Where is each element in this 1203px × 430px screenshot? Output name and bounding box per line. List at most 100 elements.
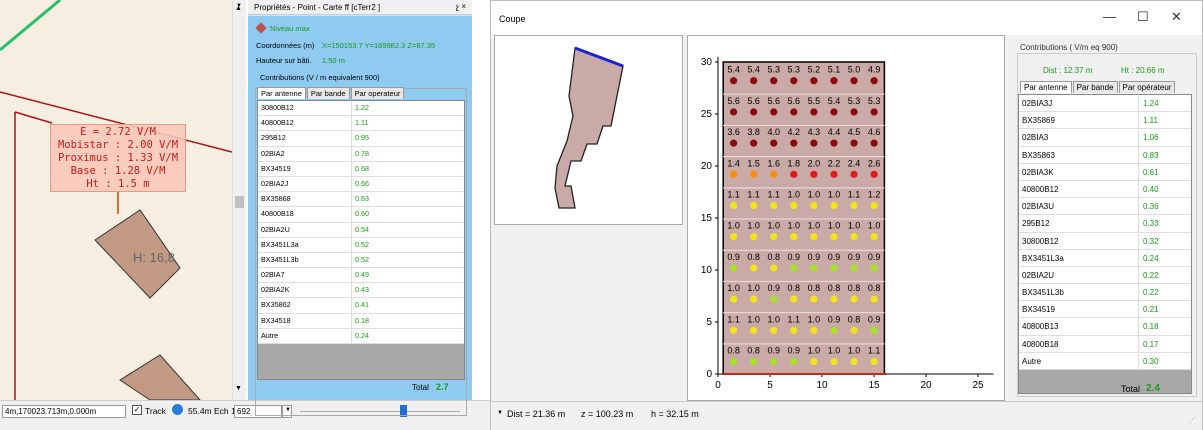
section-chart: 0 5 10 15 20 25051015202530 5.4 5.4 5.3 5.3 5.2 5.…	[701, 56, 994, 391]
map-view[interactable]: E = 2.72 V/M Mobistar : 2.00 V/M Proximu…	[0, 0, 232, 400]
point-value-label: 0.8	[747, 252, 760, 262]
table-row[interactable]: BX35862 0.41	[258, 298, 464, 314]
row-name: 40800B13	[1019, 318, 1139, 335]
globe-icon[interactable]	[172, 404, 183, 415]
measurement-point	[830, 233, 838, 241]
properties-title-bar: ▼ Propriétés - Point - Carte ff [cTerr2 …	[236, 0, 472, 15]
track-checkbox[interactable]: ✓	[132, 405, 142, 415]
tab-par-operateur[interactable]: Par opérateur	[1118, 81, 1176, 93]
table-row[interactable]: 02BIA3 1.06	[1019, 129, 1191, 147]
table-row[interactable]: 40800B18 0.17	[1019, 335, 1191, 353]
table-row[interactable]: BX35868 0.63	[258, 192, 464, 208]
table-row[interactable]: BX35869 1.11	[1019, 112, 1191, 130]
table-row[interactable]: BX3451L3a 0.24	[1019, 249, 1191, 267]
table-row[interactable]: 02BIA3J 1.24	[1019, 95, 1191, 113]
dropdown-arrow-icon[interactable]: ▼	[236, 3, 242, 9]
coupe-status-bar: ▼ Dist = 21.36 m z = 100.23 m h = 32.15 …	[491, 401, 1202, 430]
measurement-point	[870, 264, 878, 272]
tab-par-antenne[interactable]: Par antenne	[1020, 81, 1072, 93]
measurement-point	[810, 139, 818, 147]
close-icon[interactable]: ✕	[1171, 9, 1182, 25]
maximize-icon[interactable]: ☐	[1137, 9, 1149, 25]
x-tick-label: 5	[767, 380, 773, 391]
building-polygon-2[interactable]	[119, 354, 201, 400]
table-row[interactable]: 02BIA2J 0.66	[258, 176, 464, 193]
row-name: 02BIA2J	[258, 176, 352, 192]
table-row[interactable]: BX34519 0.21	[1019, 301, 1191, 319]
measurement-point	[870, 77, 878, 85]
point-value-label: 0.9	[848, 252, 861, 262]
table-row[interactable]: Autre 0.24	[258, 328, 464, 344]
point-value-label: 0.9	[828, 314, 841, 324]
point-value-label: 5.4	[727, 65, 740, 75]
point-value-label: 5.2	[808, 65, 821, 75]
table-row[interactable]: 40800B12 1.11	[258, 116, 464, 132]
scroll-thumb[interactable]	[235, 196, 244, 208]
table-row[interactable]: 295B12 0.95	[258, 131, 464, 147]
measurement-point	[730, 264, 738, 272]
table-row[interactable]: 40800B12 0.40	[1019, 180, 1191, 199]
row-name: 40800B12	[258, 116, 352, 131]
scroll-down-icon[interactable]: ▼	[235, 385, 242, 392]
point-value-label: 1.0	[788, 190, 801, 200]
plan-view[interactable]	[494, 35, 683, 225]
measurement-point	[850, 77, 858, 85]
table-row[interactable]: 30800B12 0.32	[1019, 232, 1191, 250]
building-footprint	[554, 47, 624, 209]
total-value: 2.7	[436, 382, 449, 392]
section-view[interactable]: 0 5 10 15 20 25 0 5 10 15 20 25 30 5.4 5.4 5.3 5.3 5.2 5.…	[687, 35, 1005, 401]
point-value-label: 0.9	[788, 346, 801, 356]
point-value-label: 0.8	[848, 283, 861, 293]
map-vertical-scrollbar[interactable]: ▲ ▼	[232, 0, 246, 400]
table-row[interactable]: 02BIA2U 0.54	[258, 222, 464, 238]
measurement-point	[790, 139, 798, 147]
y-tick-label: 10	[701, 265, 713, 276]
table-row[interactable]: BX3451L3b 0.52	[258, 252, 464, 269]
row-name: 30800B12	[1019, 232, 1139, 249]
tab-par-antenne[interactable]: Par antenne	[257, 87, 306, 99]
measurement-point	[870, 139, 878, 147]
resize-grip-icon[interactable]: ⋰	[1189, 416, 1196, 424]
minimize-icon[interactable]: —	[1103, 9, 1116, 24]
row-name: BX3451L3a	[258, 237, 352, 252]
status-dropdown-icon[interactable]: ▼	[497, 410, 503, 416]
tab-par-bande[interactable]: Par bande	[306, 87, 350, 99]
row-value: 0.33	[1143, 219, 1159, 229]
table-row[interactable]: 40800B18 0.60	[258, 207, 464, 223]
table-row[interactable]: 30800B12 1.22	[258, 101, 464, 117]
table-row[interactable]: 02BIA3K 0.61	[1019, 163, 1191, 181]
row-value: 0.22	[1143, 288, 1159, 298]
point-value-label: 5.6	[727, 96, 740, 106]
table-row[interactable]: 02BIA2K 0.43	[258, 283, 464, 299]
hauteur-label: Hauteur sur bâti.	[256, 56, 312, 65]
table-row[interactable]: Autre 0.30	[1019, 352, 1191, 370]
table-row[interactable]: 295B12 0.33	[1019, 215, 1191, 233]
measurement-point	[750, 108, 758, 116]
y-tick-label: 25	[701, 109, 713, 120]
point-value-label: 1.2	[868, 190, 881, 200]
measurement-point	[810, 108, 818, 116]
table-row[interactable]: 02BIA2U 0.22	[1019, 266, 1191, 285]
point-value-label: 1.0	[808, 314, 821, 324]
coords-field[interactable]: 4m,170023.713m,0.000m	[2, 405, 126, 418]
point-value-label: 0.9	[788, 252, 801, 262]
tab-par-operateur[interactable]: Par operateur	[350, 87, 405, 99]
row-value: 0.17	[1143, 339, 1159, 349]
row-value: 0.60	[355, 209, 369, 219]
table-row[interactable]: 40800B13 0.18	[1019, 318, 1191, 336]
niveau-icon	[255, 22, 267, 34]
tab-par-bande[interactable]: Par bande	[1072, 81, 1118, 93]
y-tick-label: 15	[701, 213, 713, 224]
table-row[interactable]: BX3451L3b 0.22	[1019, 284, 1191, 302]
table-row[interactable]: BX35863 0.83	[1019, 146, 1191, 164]
measurement-point	[730, 170, 738, 178]
table-row[interactable]: 02BIA3U 0.36	[1019, 198, 1191, 216]
table-row[interactable]: BX3451L3a 0.52	[258, 237, 464, 253]
measurement-point	[850, 264, 858, 272]
table-row[interactable]: 02BIA7 0.49	[258, 268, 464, 284]
measurement-point	[770, 170, 778, 178]
table-row[interactable]: 02BIA2 0.78	[258, 146, 464, 162]
table-row[interactable]: BX34519 0.68	[258, 161, 464, 177]
pin-close-icon[interactable]: չ ×	[456, 2, 466, 11]
table-row[interactable]: BX34518 0.18	[258, 313, 464, 329]
